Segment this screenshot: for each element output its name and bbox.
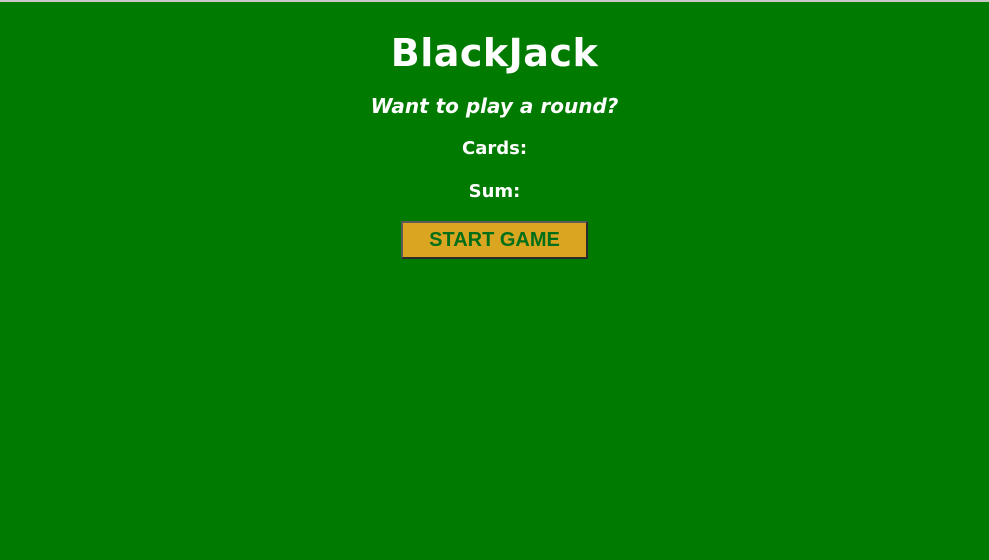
sum-label: Sum: xyxy=(468,181,521,202)
game-container: BlackJack Want to play a round? Cards: S… xyxy=(0,2,989,259)
start-game-button[interactable]: START GAME xyxy=(401,221,588,259)
cards-label: Cards: xyxy=(461,138,528,159)
game-message: Want to play a round? xyxy=(370,94,619,118)
page-title: BlackJack xyxy=(390,31,599,75)
